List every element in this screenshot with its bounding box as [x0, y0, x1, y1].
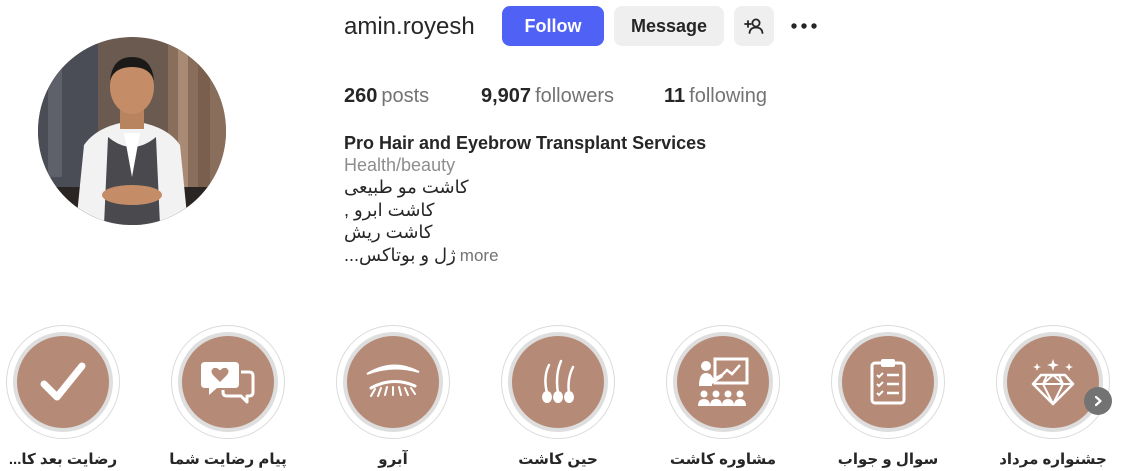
- highlight-cover: [677, 336, 769, 428]
- bio-more-link[interactable]: more: [460, 246, 499, 266]
- suggested-users-button[interactable]: [734, 6, 774, 46]
- highlight-label: جشنواره مرداد: [999, 451, 1107, 468]
- story-highlight[interactable]: سوال و جواب: [831, 325, 945, 468]
- bio-line: کاشت مو طبیعی: [344, 177, 469, 197]
- highlight-ring: [996, 325, 1110, 439]
- highlight-ring: [336, 325, 450, 439]
- profile-avatar[interactable]: [38, 37, 226, 225]
- highlight-ring: [6, 325, 120, 439]
- avatar-photo: [38, 37, 226, 225]
- bio-line: کاشت ریش: [344, 222, 433, 242]
- more-dots-icon: [791, 23, 817, 29]
- checkmark-icon: [40, 362, 86, 401]
- highlight-ring: [666, 325, 780, 439]
- followers-count: 9,907: [481, 85, 532, 107]
- eyebrow-icon: [366, 364, 420, 397]
- highlight-cover: [17, 336, 109, 428]
- highlight-cover: [1007, 336, 1099, 428]
- highlight-label: آبرو: [378, 451, 408, 468]
- bio-line: کاشت ابرو ,: [344, 199, 435, 220]
- highlight-ring: [171, 325, 285, 439]
- highlight-label: رضایت بعد کا...: [8, 451, 118, 468]
- highlight-inner: [838, 332, 938, 432]
- posts-stat: 260 posts: [344, 84, 429, 108]
- following-count: 11: [664, 85, 686, 107]
- hair-follicle-icon: [542, 359, 575, 403]
- bio-line: ژل و بوتاکس...: [344, 244, 456, 265]
- more-options-button[interactable]: [784, 6, 824, 46]
- story-highlight[interactable]: حین کاشت: [501, 325, 615, 468]
- followers-stat[interactable]: 9,907 followers: [481, 84, 614, 108]
- highlight-cover: [182, 336, 274, 428]
- highlight-ring: [831, 325, 945, 439]
- story-highlight[interactable]: رضایت بعد کا...: [6, 325, 120, 468]
- bio-full-name: Pro Hair and Eyebrow Transplant Services: [344, 133, 707, 153]
- highlight-cover: [842, 336, 934, 428]
- diamond-icon: [1031, 359, 1075, 406]
- story-highlight[interactable]: آبرو: [336, 325, 450, 468]
- posts-count: 260: [344, 85, 378, 107]
- presentation-icon: [698, 357, 749, 406]
- highlights-next-button[interactable]: [1084, 387, 1112, 415]
- bio-last-line: ژل و بوتاکس... more: [344, 244, 764, 267]
- clipboard-checklist-icon: [870, 359, 906, 405]
- story-highlight[interactable]: مشاوره کاشت: [666, 325, 780, 468]
- highlight-inner: [13, 332, 113, 432]
- profile-bio: Pro Hair and Eyebrow Transplant Services…: [344, 132, 764, 266]
- chevron-right-icon: [1094, 395, 1102, 407]
- bio-category: Health/beauty: [344, 155, 456, 175]
- highlight-label: سوال و جواب: [837, 451, 939, 468]
- follow-button[interactable]: Follow: [502, 6, 604, 46]
- chat-heart-icon: [201, 362, 255, 404]
- message-button[interactable]: Message: [614, 6, 724, 46]
- posts-label: posts: [381, 85, 430, 107]
- highlight-label: پیام رضایت شما: [169, 451, 287, 468]
- profile-username: amin.royesh: [344, 13, 475, 40]
- highlight-inner: [343, 332, 443, 432]
- followers-label: followers: [535, 85, 614, 107]
- highlight-cover: [347, 336, 439, 428]
- highlight-inner: [1003, 332, 1103, 432]
- highlight-inner: [178, 332, 278, 432]
- highlight-ring: [501, 325, 615, 439]
- highlight-inner: [508, 332, 608, 432]
- following-label: following: [689, 85, 767, 107]
- highlight-label: مشاوره کاشت: [669, 451, 777, 468]
- highlight-inner: [673, 332, 773, 432]
- story-highlight[interactable]: پیام رضایت شما: [169, 325, 287, 468]
- profile-stats: 260 posts 9,907 followers 11 following: [344, 84, 844, 108]
- story-highlight[interactable]: جشنواره مرداد: [996, 325, 1110, 468]
- highlight-label: حین کاشت: [518, 451, 598, 468]
- following-stat[interactable]: 11 following: [664, 84, 767, 108]
- add-person-icon: [744, 18, 764, 34]
- highlight-cover: [512, 336, 604, 428]
